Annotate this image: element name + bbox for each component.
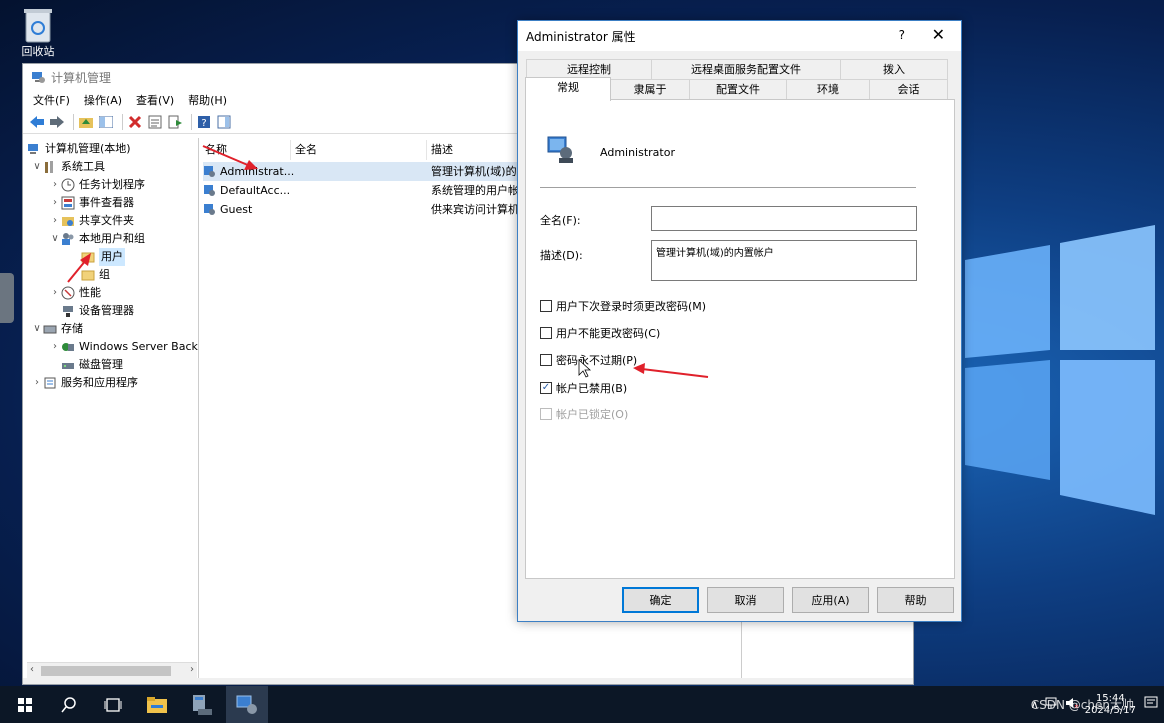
computer-management-icon: [236, 695, 257, 714]
watermark: CSDN @chen大帅: [1030, 698, 1134, 712]
taskbar: ∧ 15:44 2024/5/17 CSDN @chen大帅: [0, 686, 1164, 723]
taskbar-server-manager[interactable]: [182, 686, 224, 723]
tab-general[interactable]: 常规: [525, 77, 611, 101]
notifications-icon[interactable]: [1144, 696, 1158, 713]
windows-start-icon: [18, 697, 32, 712]
task-view-button[interactable]: [92, 686, 134, 723]
arrow-icon: [633, 363, 709, 378]
arrow-icon: [202, 145, 258, 170]
start-button[interactable]: [4, 686, 46, 723]
search-icon: [61, 696, 76, 712]
file-explorer-icon: [147, 696, 167, 713]
server-manager-icon: [193, 694, 212, 715]
mouse-cursor-icon: [578, 359, 592, 378]
arrow-icon: [67, 253, 91, 283]
task-view-icon: [104, 697, 122, 712]
search-button[interactable]: [48, 686, 90, 723]
taskbar-computer-management[interactable]: [226, 686, 268, 723]
taskbar-file-explorer[interactable]: [136, 686, 178, 723]
annotation-arrows: [67, 145, 709, 378]
